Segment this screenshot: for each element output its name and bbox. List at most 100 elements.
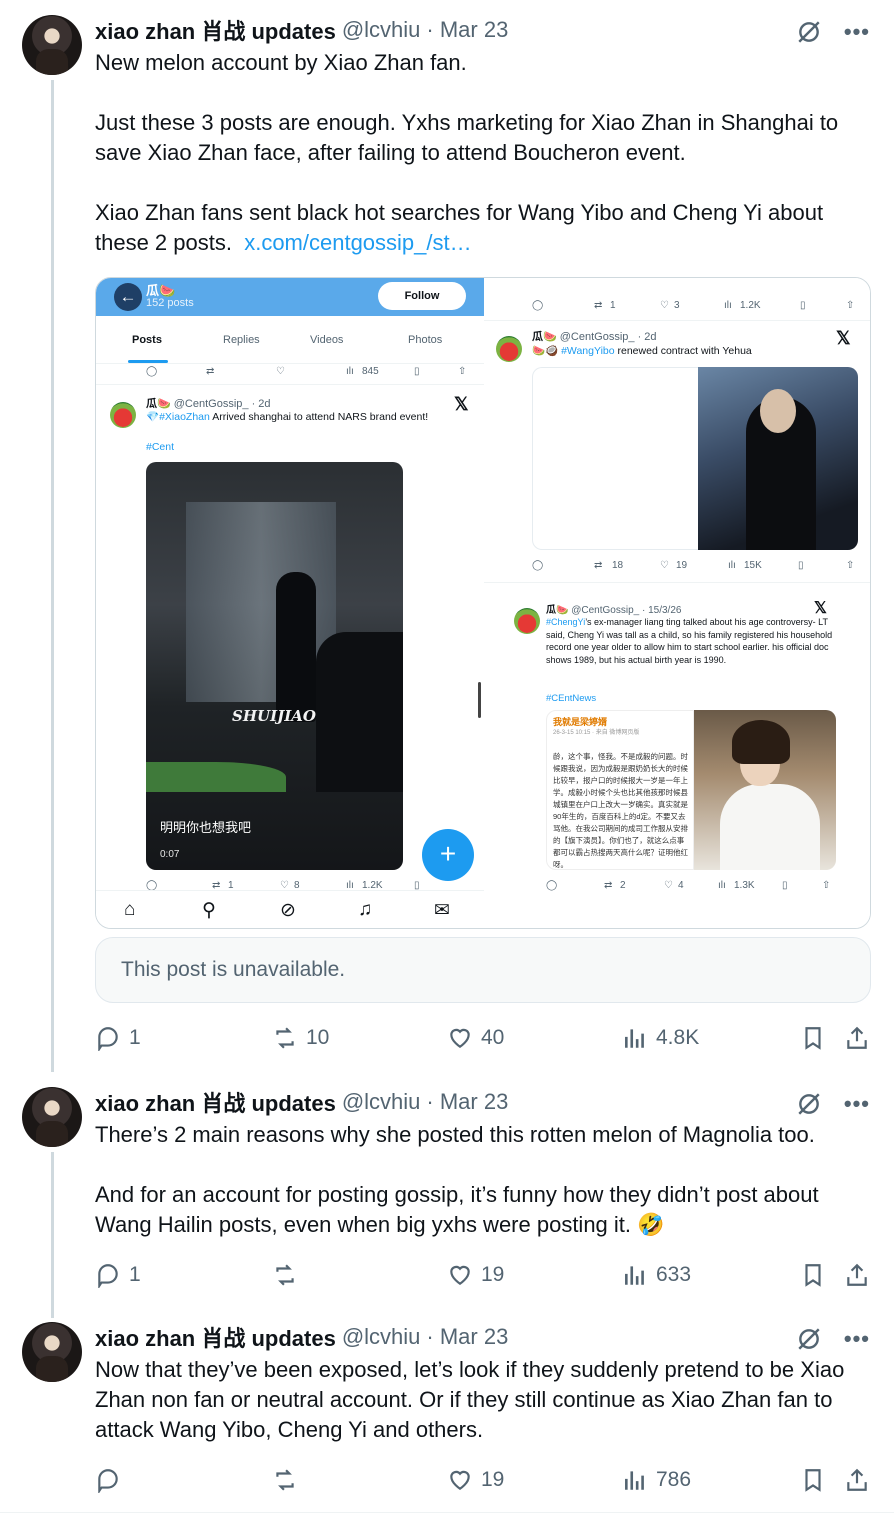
tab-posts: Posts [132, 334, 162, 346]
display-name[interactable]: xiao zhan 肖战 updates [95, 14, 336, 46]
like-button[interactable]: 19 [447, 1465, 504, 1495]
share-button[interactable] [844, 1260, 870, 1290]
mini-post-name: 瓜🍉 [546, 605, 569, 616]
profile-tabs: Posts Replies Videos Photos [96, 316, 484, 364]
account-avatar [496, 336, 522, 362]
handle[interactable]: @lcvhiu [342, 1089, 421, 1115]
tweet-header: xiao zhan 肖战 updates @lcvhiu · Mar 23 [95, 1087, 508, 1117]
follow-button: Follow [378, 282, 466, 310]
timestamp[interactable]: · Mar 23 [426, 1089, 508, 1115]
repost-icon [276, 1469, 294, 1491]
views-count: 1.2K [740, 300, 761, 311]
views-button[interactable]: 786 [622, 1465, 691, 1495]
like-count: 19 [676, 560, 688, 571]
more-icon[interactable]: ••• [844, 1326, 870, 1352]
tab-photos: Photos [408, 334, 443, 346]
mini-post-text: 🍉🥥 #WangYibo renewed contract with Yehua [532, 345, 752, 357]
more-icon[interactable]: ••• [844, 1091, 870, 1117]
share-button[interactable] [844, 1465, 870, 1495]
mini-hashtag: #WangYibo [561, 345, 615, 357]
bookmark-button[interactable] [800, 1023, 826, 1053]
photo-wangyibo [698, 367, 858, 550]
views-button[interactable]: 633 [622, 1260, 691, 1290]
mini-post-name: 瓜🍉 [146, 398, 171, 410]
video-duration: 0:07 [160, 849, 180, 860]
reply-button[interactable]: 1 [95, 1023, 141, 1053]
repost-count: 10 [306, 1026, 330, 1049]
bookmark-button[interactable] [800, 1465, 826, 1495]
grok-icon[interactable] [796, 19, 822, 45]
views-count: 633 [656, 1263, 692, 1286]
bookmark-button[interactable] [800, 1260, 826, 1290]
tweet-actions: 1 19 633 [95, 1260, 870, 1290]
views-icon [625, 1029, 644, 1048]
timestamp[interactable]: · Mar 23 [426, 17, 508, 43]
repost-button[interactable]: 10 [272, 1023, 329, 1053]
avatar[interactable] [22, 1087, 82, 1147]
photo-shirt [720, 784, 820, 870]
heart-icon [450, 1470, 470, 1490]
tweet-header-actions: ••• [796, 1324, 870, 1354]
video-car [316, 632, 403, 792]
views-icon: ılı [724, 300, 732, 311]
share-button[interactable] [844, 1023, 870, 1053]
views-button[interactable]: 4.8K [622, 1023, 699, 1053]
mini-hashtag: #Cent [146, 441, 175, 453]
avatar[interactable] [22, 1322, 82, 1382]
tweet-actions: 1 10 40 4.8K [95, 1023, 870, 1053]
mini-post-handle: @CentGossip_ · 2d [173, 398, 271, 410]
quoted-post-unavailable: This post is unavailable. [95, 937, 871, 1003]
reply-button[interactable]: 1 [95, 1260, 141, 1290]
mini-post-header: 瓜🍉 @CentGossip_ · 2d [146, 395, 271, 411]
reply-icon: ◯ [546, 880, 558, 891]
display-name[interactable]: xiao zhan 肖战 updates [95, 1086, 336, 1118]
repost-icon: ⇄ [594, 300, 603, 311]
like-button[interactable]: 19 [447, 1260, 504, 1290]
tab-videos: Videos [310, 334, 344, 346]
account-avatar [514, 608, 540, 634]
mini-post-text: #ChengYi’s ex-manager liang ting talked … [546, 616, 838, 666]
grok-icon[interactable] [796, 1091, 822, 1117]
like-count: 19 [481, 1263, 505, 1286]
tweet-text: There’s 2 main reasons why she posted th… [95, 1122, 819, 1237]
tweet-header: xiao zhan 肖战 updates @lcvhiu · Mar 23 [95, 15, 508, 45]
handle[interactable]: @lcvhiu [342, 17, 421, 43]
handle[interactable]: @lcvhiu [342, 1324, 421, 1350]
photo-hair [732, 720, 790, 764]
tweet-link[interactable]: x.com/centgossip_/st… [244, 230, 471, 255]
repost-button[interactable] [272, 1260, 306, 1290]
avatar[interactable] [22, 15, 82, 75]
heart-icon [450, 1265, 470, 1285]
share-icon: ⇧ [822, 880, 831, 891]
timestamp[interactable]: · Mar 23 [426, 1324, 508, 1350]
reply-icon: ◯ [532, 560, 544, 571]
embedded-screenshot[interactable]: ← 瓜🍉 152 posts Follow Posts Replies Vide… [95, 277, 871, 929]
embedded-left-panel: ← 瓜🍉 152 posts Follow Posts Replies Vide… [96, 278, 484, 928]
display-name[interactable]: xiao zhan 肖战 updates [95, 1321, 336, 1353]
thread-line [51, 1152, 54, 1318]
views-count: 845 [362, 366, 379, 377]
reply-button[interactable] [95, 1465, 129, 1495]
mini-hashtag: #CEntNews [546, 693, 597, 704]
mini-action-bar: ◯ ⇄ 2 ♡ 4 ılı 1.3K ▯ ⇧ [546, 878, 856, 896]
grok-icon[interactable] [796, 1326, 822, 1352]
more-icon[interactable]: ••• [844, 19, 870, 45]
mini-post-text: 💎#XiaoZhan Arrived shanghai to attend NA… [146, 411, 429, 423]
video-watermark: SHUIJIAO [232, 707, 316, 725]
account-avatar [110, 402, 136, 428]
reply-count: 1 [129, 1263, 141, 1286]
reply-icon: ◯ [532, 300, 544, 311]
share-icon [847, 1026, 867, 1049]
mini-post-body: ’s ex-manager liang ting talked about hi… [546, 617, 833, 665]
reply-icon [98, 1469, 118, 1493]
separator [484, 320, 870, 321]
bookmark-icon: ▯ [782, 880, 788, 891]
divider [0, 1512, 894, 1513]
reply-icon [98, 1027, 118, 1051]
like-button[interactable]: 40 [447, 1023, 504, 1053]
views-icon [625, 1266, 644, 1285]
repost-button[interactable] [272, 1465, 306, 1495]
like-count: 40 [481, 1026, 505, 1049]
video-thumbnail: SHUIJIAO 明明你也想我吧 0:07 [146, 462, 403, 870]
like-count: 19 [481, 1468, 505, 1491]
